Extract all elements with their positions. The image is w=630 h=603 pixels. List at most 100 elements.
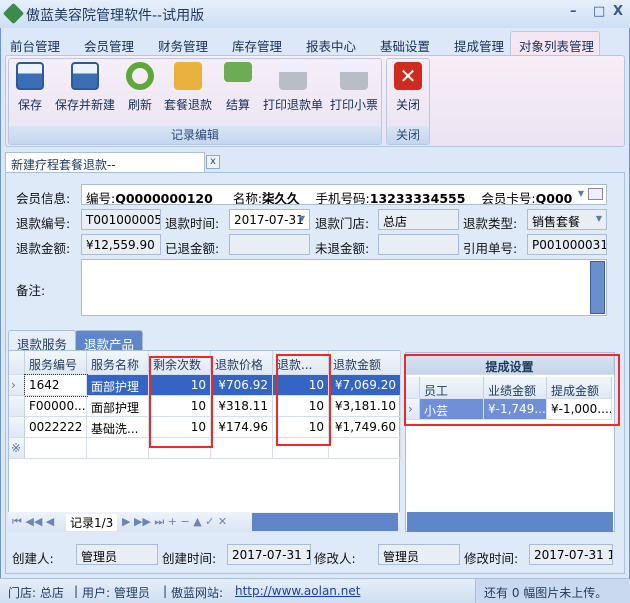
- member-info-label: 会员信息:: [16, 191, 71, 206]
- nav-first-prev-icons[interactable]: ⏮ ◀◀ ◀: [12, 515, 54, 529]
- table-cell[interactable]: ¥7,069.20: [329, 375, 401, 396]
- modified-label: 修改时间:: [464, 551, 519, 566]
- website-link[interactable]: http://www.aolan.net: [235, 584, 360, 598]
- print-refund-button[interactable]: 打印退款单: [260, 62, 326, 113]
- save-button[interactable]: 保存: [12, 62, 48, 113]
- row-indicator[interactable]: ›: [9, 375, 25, 396]
- close-button[interactable]: ✕ 关闭: [390, 62, 426, 113]
- modifier-label: 修改人:: [314, 551, 356, 566]
- divider: |: [163, 584, 168, 598]
- member-card-icon[interactable]: [588, 188, 603, 200]
- highlight-commission: [404, 354, 620, 426]
- label: 名称:: [232, 191, 263, 205]
- horizontal-scrollbar[interactable]: [252, 513, 398, 531]
- new-row-cell[interactable]: [25, 438, 87, 459]
- remark-scrollbar[interactable]: [590, 261, 605, 314]
- commission-scrollbar[interactable]: [407, 512, 613, 532]
- settle-button[interactable]: 结算: [220, 62, 256, 113]
- member-phone: 13233334555: [369, 191, 466, 205]
- button-label: 结算: [225, 98, 250, 112]
- status-site-label: 傲蓝网站:: [171, 586, 224, 600]
- refund-time-value: 2017-07-31: [234, 213, 304, 227]
- menu-tab-member[interactable]: 会员管理: [84, 36, 134, 55]
- table-cell[interactable]: 0022222: [25, 417, 87, 438]
- table-cell[interactable]: ¥174.96: [211, 417, 273, 438]
- unrefunded-field[interactable]: [378, 234, 459, 255]
- header-corner: [9, 351, 25, 375]
- refunded-field[interactable]: [229, 234, 310, 255]
- member-card: Q000: [535, 191, 573, 205]
- amount-field[interactable]: ¥12,559.90: [81, 234, 161, 255]
- refund-no-field[interactable]: T001000005:: [81, 209, 161, 230]
- ref-no-field[interactable]: P0010000315: [527, 234, 607, 255]
- chevron-down-icon[interactable]: ▼: [578, 189, 584, 198]
- column-header[interactable]: 退款金额: [329, 351, 401, 375]
- document-tab[interactable]: 新建疗程套餐退款--T0010000053: [5, 152, 205, 187]
- menu-tab-commission[interactable]: 提成管理: [454, 36, 504, 55]
- maximize-button[interactable]: □: [593, 4, 605, 19]
- table-cell[interactable]: 面部护理: [87, 396, 149, 417]
- modifier-field[interactable]: 管理员: [378, 544, 460, 565]
- minimize-button[interactable]: –: [570, 4, 577, 19]
- tab-refund-product[interactable]: 退款产品: [75, 330, 144, 352]
- package-refund-button[interactable]: 套餐退款: [160, 62, 216, 113]
- creator-field[interactable]: 管理员: [76, 544, 158, 565]
- table-cell[interactable]: 面部护理: [87, 375, 149, 396]
- row-indicator[interactable]: [9, 396, 25, 417]
- close-window-button[interactable]: X: [613, 4, 623, 19]
- ref-no-label: 引用单号:: [463, 241, 518, 256]
- modified-field[interactable]: 2017-07-31 14: [529, 544, 613, 565]
- column-header[interactable]: 服务编号: [25, 351, 87, 375]
- table-cell[interactable]: ¥1,749.60: [329, 417, 401, 438]
- column-header[interactable]: 退款价格: [211, 351, 273, 375]
- table-cell[interactable]: ¥318.11: [211, 396, 273, 417]
- created-label: 创建时间:: [162, 551, 217, 566]
- menu-tab-stock[interactable]: 库存管理: [232, 36, 282, 55]
- table-cell[interactable]: 1642: [24, 374, 88, 397]
- save-new-button[interactable]: 保存并新建: [52, 62, 118, 113]
- print-receipt-button[interactable]: 打印小票: [328, 62, 380, 113]
- menu-tab-settings[interactable]: 基础设置: [380, 36, 430, 55]
- button-label: 打印退款单: [262, 98, 323, 112]
- save-icon: [16, 62, 44, 90]
- new-row-cell[interactable]: [87, 438, 149, 459]
- member-name: 柒久久: [262, 191, 300, 205]
- row-indicator[interactable]: ※: [9, 438, 25, 459]
- menu-tab-front[interactable]: 前台管理: [10, 36, 60, 55]
- unrefunded-label: 未退金额:: [315, 241, 370, 256]
- refresh-button[interactable]: 刷新: [122, 62, 158, 113]
- refund-type-value: 销售套餐: [532, 215, 581, 229]
- button-label: 保存: [17, 98, 42, 112]
- remark-textarea[interactable]: [81, 259, 607, 316]
- new-row-cell[interactable]: [329, 438, 401, 459]
- chevron-down-icon[interactable]: ▼: [596, 214, 602, 223]
- column-header[interactable]: 服务名称: [87, 351, 149, 375]
- store-field[interactable]: 总店: [378, 209, 459, 230]
- tab-refund-service[interactable]: 退款服务: [8, 330, 77, 352]
- member-info-field[interactable]: 编号:Q0000000120 名称:柒久久 手机号码:13233334555 会…: [81, 184, 607, 205]
- creator-label: 创建人:: [12, 551, 54, 566]
- chevron-down-icon[interactable]: ▼: [299, 214, 305, 223]
- tab-close-button[interactable]: x: [206, 155, 220, 169]
- refund-type-select[interactable]: 销售套餐 ▼: [527, 209, 607, 230]
- button-label: 刷新: [127, 98, 152, 112]
- table-cell[interactable]: F00000...: [25, 396, 87, 417]
- refresh-icon: [126, 62, 154, 90]
- table-cell[interactable]: ¥3,181.10: [329, 396, 401, 417]
- button-label: 保存并新建: [54, 98, 115, 112]
- highlight-refund-count: [276, 354, 331, 446]
- refunded-label: 已退金额:: [165, 241, 220, 256]
- row-indicator[interactable]: [9, 417, 25, 438]
- nav-next-last-icons[interactable]: ▶ ▶▶ ⏭ + − ▲ ✓ ✕: [122, 515, 227, 529]
- created-field[interactable]: 2017-07-31 14: [227, 544, 311, 565]
- menu-tab-report[interactable]: 报表中心: [306, 36, 356, 55]
- table-cell[interactable]: ¥706.92: [211, 375, 273, 396]
- menu-tab-finance[interactable]: 财务管理: [158, 36, 208, 55]
- save-new-icon: [71, 62, 99, 90]
- button-label: 套餐退款: [163, 98, 212, 112]
- new-row-cell[interactable]: [211, 438, 273, 459]
- table-cell[interactable]: 基础洗...: [87, 417, 149, 438]
- refund-time-field[interactable]: 2017-07-31 ▼: [229, 209, 310, 230]
- status-store: 门店: 总店: [8, 586, 64, 600]
- menu-tab-object-list[interactable]: 对象列表管理: [519, 36, 594, 55]
